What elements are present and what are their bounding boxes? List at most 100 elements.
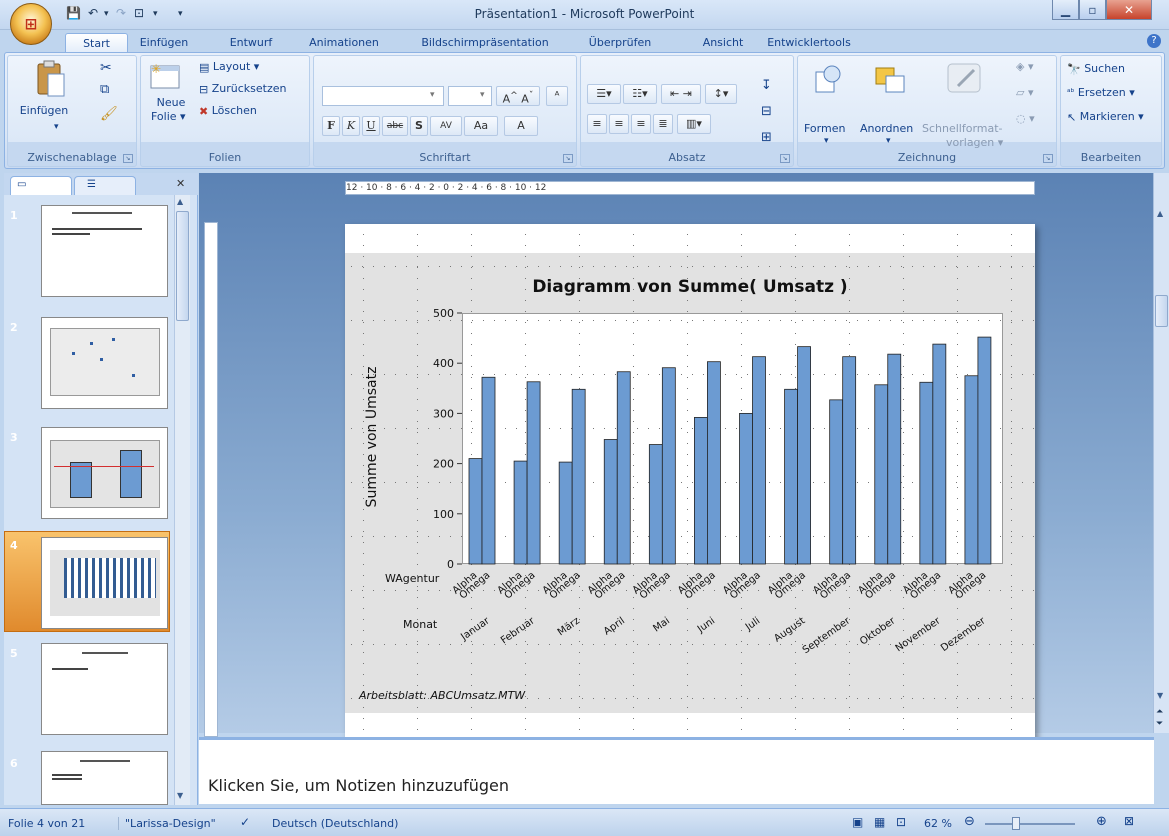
- tab-start[interactable]: Start: [65, 33, 128, 52]
- tab-animationen[interactable]: Animationen: [304, 33, 384, 52]
- scroll-up-icon[interactable]: ▲: [1157, 209, 1163, 218]
- drawing-launcher-icon[interactable]: ↘: [1043, 154, 1053, 163]
- slides-pane-scrollbar[interactable]: ▲ ▼: [174, 195, 190, 805]
- cut-icon[interactable]: ✂: [100, 60, 112, 76]
- zoom-slider-thumb[interactable]: [1012, 817, 1020, 830]
- notes-placeholder[interactable]: Klicken Sie, um Notizen hinzuzufügen: [208, 776, 509, 795]
- underline-button[interactable]: U: [362, 116, 380, 136]
- numbering-icon[interactable]: ☷▾: [623, 84, 657, 104]
- quickstyles-button-2[interactable]: vorlagen ▾: [946, 136, 1003, 149]
- fit-to-window-icon[interactable]: ⊠: [1124, 814, 1134, 828]
- font-size-dropdown-icon[interactable]: ▾: [480, 90, 485, 100]
- slide-thumbnail-3[interactable]: [41, 427, 168, 519]
- next-slide-icon[interactable]: ⏷: [1156, 719, 1163, 729]
- change-case-button[interactable]: Aa: [464, 116, 498, 136]
- columns-icon[interactable]: ▥▾: [677, 114, 711, 134]
- zoom-out-icon[interactable]: ⊖: [964, 814, 975, 829]
- tab-ansicht[interactable]: Ansicht: [697, 33, 749, 52]
- delete-button[interactable]: ✖ Löschen: [199, 104, 257, 118]
- font-color-button[interactable]: A: [504, 116, 538, 136]
- tab-einfuegen[interactable]: Einfügen: [133, 33, 195, 52]
- shadow-button[interactable]: S: [410, 116, 428, 136]
- spellcheck-icon[interactable]: ✓: [240, 815, 250, 829]
- theme-name[interactable]: "Larissa-Design": [118, 817, 216, 830]
- slide-thumbnail-1[interactable]: [41, 205, 168, 297]
- close-pane-icon[interactable]: ✕: [176, 177, 185, 190]
- tab-entwurf[interactable]: Entwurf: [222, 33, 280, 52]
- layout-button[interactable]: ▤ Layout ▾: [199, 60, 259, 74]
- smartart-icon[interactable]: ⊞: [761, 130, 772, 145]
- grow-shrink-font-button[interactable]: A^ Aˇ: [496, 86, 540, 106]
- copy-icon[interactable]: ⧉: [100, 82, 109, 97]
- maximize-button[interactable]: ▫: [1079, 0, 1106, 20]
- quickstyles-button[interactable]: Schnellformat-: [922, 122, 1003, 135]
- strikethrough-button[interactable]: abc: [382, 116, 408, 136]
- zoom-level[interactable]: 62 %: [924, 817, 952, 830]
- slide-counter[interactable]: Folie 4 von 21: [8, 817, 85, 830]
- scroll-down-icon[interactable]: ▼: [1157, 691, 1163, 700]
- new-slide-icon[interactable]: ✳: [149, 62, 181, 95]
- minimize-button[interactable]: ▁: [1052, 0, 1079, 20]
- zoom-slider-track[interactable]: [985, 823, 1075, 825]
- reset-button[interactable]: ⊟ Zurücksetzen: [199, 82, 286, 96]
- shapes-icon[interactable]: [812, 64, 844, 99]
- scroll-down-icon[interactable]: ▼: [177, 791, 183, 800]
- align-right-icon[interactable]: ≡: [631, 114, 651, 134]
- new-slide-label[interactable]: Neue: [155, 96, 187, 109]
- arrange-icon[interactable]: [874, 64, 908, 99]
- zoom-in-icon[interactable]: ⊕: [1096, 814, 1107, 829]
- align-left-icon[interactable]: ≡: [587, 114, 607, 134]
- paste-icon[interactable]: [34, 60, 74, 100]
- slide-thumbnail-4[interactable]: [41, 537, 168, 629]
- previous-slide-icon[interactable]: ⏶: [1156, 707, 1163, 717]
- main-scrollbar[interactable]: ▲ ▼ ⏶ ⏷: [1153, 173, 1169, 733]
- scroll-up-icon[interactable]: ▲: [177, 197, 183, 206]
- shape-outline-icon[interactable]: ▱ ▾: [1016, 86, 1033, 99]
- font-launcher-icon[interactable]: ↘: [563, 154, 573, 163]
- char-spacing-button[interactable]: AV: [430, 116, 462, 136]
- italic-button[interactable]: K: [342, 116, 360, 136]
- replace-button[interactable]: ᵃᵇ Ersetzen ▾: [1067, 86, 1135, 99]
- tab-bildschirmpraesentation[interactable]: Bildschirmpräsentation: [408, 33, 562, 52]
- slideshow-view-icon[interactable]: ⊡: [896, 815, 906, 829]
- shapes-button[interactable]: Formen: [804, 122, 845, 135]
- font-size-input[interactable]: [448, 86, 492, 106]
- tab-ueberpruefen[interactable]: Überprüfen: [584, 33, 656, 52]
- help-icon[interactable]: ?: [1147, 34, 1161, 48]
- format-painter-icon[interactable]: 🖌: [100, 106, 118, 122]
- text-direction-icon[interactable]: ↧: [761, 78, 772, 93]
- bullets-icon[interactable]: ☰▾: [587, 84, 621, 104]
- scroll-thumb[interactable]: [1155, 295, 1168, 327]
- slide-thumbnail-2[interactable]: [41, 317, 168, 409]
- clipboard-launcher-icon[interactable]: ↘: [123, 154, 133, 163]
- justify-icon[interactable]: ≣: [653, 114, 673, 134]
- language-indicator[interactable]: Deutsch (Deutschland): [272, 817, 398, 830]
- shapes-dropdown-icon[interactable]: ▾: [824, 136, 829, 146]
- quickstyles-icon[interactable]: [944, 60, 984, 99]
- bold-button[interactable]: F: [322, 116, 340, 136]
- find-button[interactable]: 🔭 Suchen: [1067, 62, 1125, 76]
- indent-icons[interactable]: ⇤ ⇥: [661, 84, 701, 104]
- align-center-icon[interactable]: ≡: [609, 114, 629, 134]
- arrange-button[interactable]: Anordnen: [860, 122, 913, 135]
- office-button[interactable]: ⊞: [10, 3, 52, 45]
- paste-dropdown-icon[interactable]: ▾: [54, 122, 59, 132]
- arrange-dropdown-icon[interactable]: ▾: [886, 136, 891, 146]
- line-spacing-icon[interactable]: ↕▾: [705, 84, 737, 104]
- slide-thumbnail-5[interactable]: [41, 643, 168, 735]
- shape-fill-icon[interactable]: ◈ ▾: [1016, 60, 1033, 73]
- tab-outline[interactable]: ☰: [74, 176, 136, 195]
- clear-format-icon[interactable]: ᴬ: [546, 86, 568, 106]
- select-button[interactable]: ↖ Markieren ▾: [1067, 110, 1144, 124]
- new-slide-label-2[interactable]: Folie ▾: [151, 110, 186, 123]
- slide-thumbnail-6[interactable]: [41, 751, 168, 805]
- align-text-icon[interactable]: ⊟: [761, 104, 772, 119]
- tab-slides[interactable]: ▭: [10, 176, 72, 195]
- paste-button[interactable]: Einfügen: [14, 104, 74, 117]
- sorter-view-icon[interactable]: ▦: [874, 815, 885, 829]
- close-button[interactable]: ✕: [1106, 0, 1152, 20]
- font-name-dropdown-icon[interactable]: ▾: [430, 90, 435, 100]
- font-name-input[interactable]: [322, 86, 444, 106]
- shape-effects-icon[interactable]: ◌ ▾: [1016, 112, 1035, 125]
- tab-entwicklertools[interactable]: Entwicklertools: [763, 33, 855, 52]
